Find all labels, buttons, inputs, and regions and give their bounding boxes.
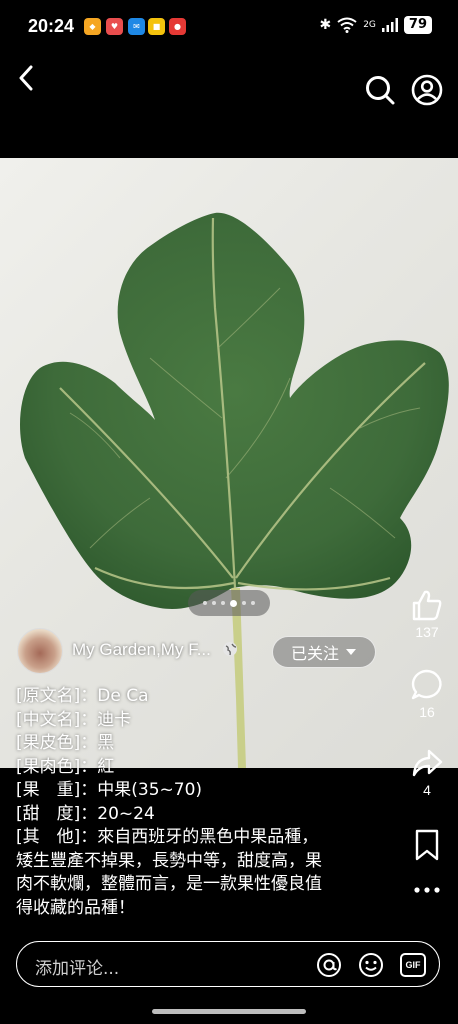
wifi-icon <box>337 17 357 33</box>
user-icon <box>411 74 443 106</box>
page-dot-active <box>230 599 237 607</box>
messenger-icon: ✉ <box>128 18 145 35</box>
caption-line: 肉不軟爛，整體而言，是一款果性優良值 <box>16 874 322 894</box>
image-pager <box>188 590 270 616</box>
search-icon <box>366 76 395 105</box>
comment-bubble-icon <box>411 669 442 700</box>
status-time: 20:24 <box>28 16 75 36</box>
bookmark-icon <box>415 829 439 861</box>
page-dot <box>221 601 225 605</box>
more-dots-icon <box>414 887 440 893</box>
caption-line: [中文名]：迪卡 <box>16 709 132 730</box>
network-type: 2G <box>363 19 376 30</box>
back-button[interactable] <box>12 62 40 94</box>
chevron-down-icon <box>346 649 356 655</box>
gif-icon: GIF <box>400 953 426 977</box>
follow-label: 已关注 <box>290 644 339 663</box>
app-red-icon: ● <box>169 18 186 35</box>
post-photo[interactable] <box>0 158 458 768</box>
gif-label: GIF <box>405 960 421 970</box>
page-dot <box>203 601 207 605</box>
profile-button[interactable] <box>409 72 445 108</box>
comment-count: 16 <box>419 704 435 720</box>
page-dot <box>242 601 246 605</box>
share-arrow-icon <box>412 749 443 777</box>
post-caption: [原文名]：De Ca [中文名]：迪卡 [果皮色]：黑 [果肉色]：紅 [果 … <box>16 685 376 920</box>
comment-input-placeholder[interactable]: 添加评论... <box>35 954 119 979</box>
status-bar: 20:24 ◆ ♥ ✉ ■ ● ✱ 2G 79 <box>0 0 458 52</box>
caption-line: 得收藏的品種！ <box>16 897 135 918</box>
caption-line: [原文名]：De Ca <box>16 686 149 706</box>
caption-line: [果肉色]：紅 <box>16 756 115 777</box>
back-arrow-icon <box>19 65 33 91</box>
author-avatar[interactable] <box>17 628 63 674</box>
signal-icon <box>381 18 398 32</box>
follow-button[interactable]: 已关注 <box>272 636 376 668</box>
like-button[interactable]: 137 <box>406 588 448 640</box>
caption-line: 矮生豐產不掉果，長勢中等，甜度高，果 <box>16 850 322 871</box>
bluetooth-icon: ✱ <box>319 17 332 33</box>
bookmark-button[interactable] <box>406 828 448 862</box>
caption-line: [果皮色]：黑 <box>16 733 115 753</box>
page-dot <box>251 601 255 605</box>
caption-line: [甜 度]：20~24 <box>16 803 155 824</box>
author-name[interactable]: My Garden,My F... <box>72 640 238 660</box>
app-orange-icon: ◆ <box>84 18 101 35</box>
page-dot <box>212 601 216 605</box>
app-heart-icon: ♥ <box>106 18 123 35</box>
caption-line: [果 重]：中果(35~70) <box>16 780 203 800</box>
author-name-text: My Garden,My F... <box>72 640 211 659</box>
battery-indicator: 79 <box>403 16 432 34</box>
system-icons: ✱ 2G 79 <box>319 16 432 34</box>
smiley-icon <box>359 953 383 977</box>
thumbs-up-icon <box>412 590 442 621</box>
search-button[interactable] <box>362 72 398 108</box>
home-indicator[interactable] <box>152 1009 306 1014</box>
app-yellow-icon: ■ <box>148 18 165 35</box>
at-sign-icon <box>317 953 341 977</box>
share-count: 4 <box>423 782 431 798</box>
like-count: 137 <box>415 624 439 640</box>
share-button[interactable]: 4 <box>406 746 448 798</box>
gif-button[interactable]: GIF <box>399 951 427 979</box>
caption-line: [其 他]：來自西班牙的黑色中果品種， <box>16 827 319 847</box>
mention-button[interactable] <box>315 951 343 979</box>
more-button[interactable] <box>406 880 448 900</box>
comment-bar[interactable]: 添加评论... GIF <box>16 941 440 987</box>
comment-button[interactable]: 16 <box>406 668 448 720</box>
globe-icon <box>222 642 237 656</box>
emoji-button[interactable] <box>357 951 385 979</box>
fig-leaf-image <box>20 212 449 768</box>
